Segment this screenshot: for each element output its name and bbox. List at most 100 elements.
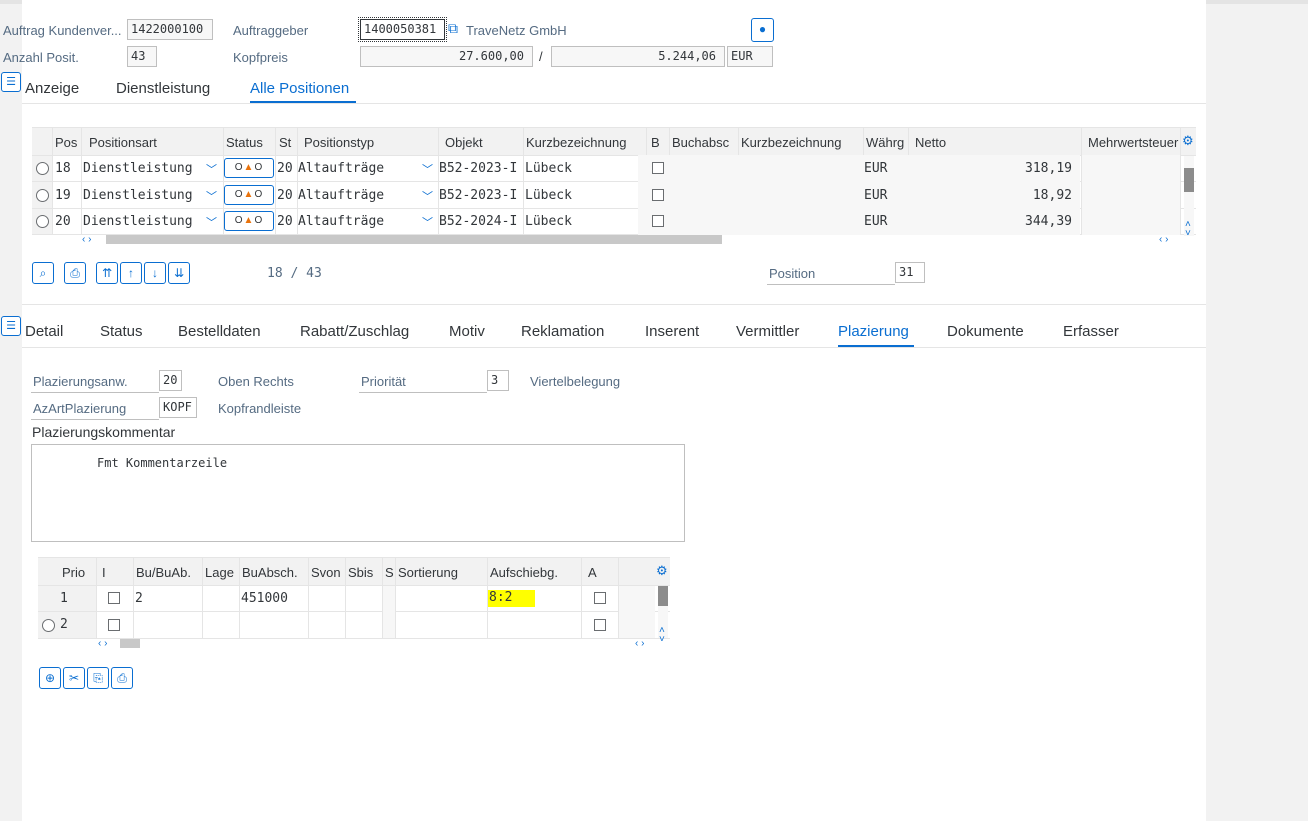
vertical-scrollbar-thumb[interactable]	[658, 586, 668, 606]
col-a[interactable]: A	[588, 565, 597, 580]
col-svon[interactable]: Svon	[311, 565, 341, 580]
col-sortierung[interactable]: Sortierung	[398, 565, 458, 580]
previous-page-icon[interactable]: ↑	[120, 262, 142, 284]
scroll-vertical-icon[interactable]: ˄ ˅	[659, 626, 665, 645]
prio-row-checkbox-i[interactable]	[108, 619, 120, 631]
tab-dienstleistung[interactable]: Dienstleistung	[116, 80, 210, 97]
horizontal-scrollbar[interactable]	[106, 235, 722, 244]
row-checkbox[interactable]	[652, 162, 664, 174]
tab-plazierung[interactable]: Plazierung	[838, 323, 909, 340]
add-row-icon[interactable]: ⊕	[39, 667, 61, 689]
row-checkbox[interactable]	[652, 189, 664, 201]
tab-rabatt-zuschlag[interactable]: Rabatt/Zuschlag	[300, 323, 409, 340]
prio-row-bu[interactable]: 2	[135, 591, 143, 606]
print-icon[interactable]: ⎙	[64, 262, 86, 284]
tab-overflow-icon[interactable]: ☰	[1, 316, 21, 336]
col-buchabsc[interactable]: Buchabsc	[672, 135, 729, 150]
plazierungsanw-field[interactable]: 20	[159, 370, 182, 391]
row-positionstyp[interactable]: Altaufträge	[298, 161, 384, 176]
tab-alle-positionen[interactable]: Alle Positionen	[250, 80, 349, 97]
status-button[interactable]: O▲O	[224, 211, 274, 231]
prio-row-checkbox-a[interactable]	[594, 592, 606, 604]
chevron-down-icon[interactable]: ﹀	[422, 161, 433, 177]
prio-row-aufschieb[interactable]: 8:2	[488, 590, 535, 607]
row-select-radio[interactable]	[36, 162, 49, 175]
col-objekt[interactable]: Objekt	[445, 135, 483, 150]
status-button[interactable]: O▲O	[224, 185, 274, 205]
row-select-radio[interactable]	[36, 189, 49, 202]
table-settings-icon[interactable]: ⚙	[1182, 133, 1194, 149]
tab-detail[interactable]: Detail	[25, 323, 63, 340]
prio-row-checkbox-a[interactable]	[594, 619, 606, 631]
value-help-icon[interactable]: ⧉	[448, 20, 464, 38]
prio-row-buabsch[interactable]: 451000	[241, 591, 288, 606]
horizontal-scrollbar[interactable]	[120, 639, 140, 648]
currency-field[interactable]: EUR	[727, 46, 773, 67]
zoom-icon[interactable]: ⌕	[32, 262, 54, 284]
chevron-down-icon[interactable]: ﹀	[206, 161, 217, 177]
col-b[interactable]: B	[651, 135, 660, 150]
col-status[interactable]: Status	[226, 135, 263, 150]
tab-vermittler[interactable]: Vermittler	[736, 323, 799, 340]
row-positionsart[interactable]: Dienstleistung	[83, 188, 193, 203]
row-positionstyp[interactable]: Altaufträge	[298, 214, 384, 229]
scroll-right-icon[interactable]: ‹ ›	[1159, 234, 1168, 245]
tab-reklamation[interactable]: Reklamation	[521, 323, 604, 340]
next-page-icon[interactable]: ↓	[144, 262, 166, 284]
row-select-radio[interactable]	[42, 619, 55, 632]
col-prio[interactable]: Prio	[62, 565, 85, 580]
tab-status[interactable]: Status	[100, 323, 143, 340]
cut-icon[interactable]: ✂	[63, 667, 85, 689]
prioritaet-field[interactable]: 3	[487, 370, 509, 391]
col-sbis[interactable]: Sbis	[348, 565, 373, 580]
prio-table-settings-icon[interactable]: ⚙	[656, 563, 668, 579]
row-checkbox[interactable]	[652, 215, 664, 227]
scroll-left-icon[interactable]: ‹ ›	[82, 234, 91, 245]
azart-field[interactable]: KOPF	[159, 397, 197, 418]
row-positionsart[interactable]: Dienstleistung	[83, 161, 193, 176]
auftraggeber-field[interactable]: 1400050381	[358, 17, 447, 42]
row-positionsart[interactable]: Dienstleistung	[83, 214, 193, 229]
col-positionsart[interactable]: Positionsart	[89, 135, 157, 150]
kommentar-textarea[interactable]: Fmt Kommentarzeile	[31, 444, 685, 542]
scroll-vertical-icon[interactable]: ˄ ˅	[1185, 220, 1191, 239]
tax-field[interactable]: 5.244,06	[551, 46, 725, 67]
col-s[interactable]: S	[385, 565, 394, 580]
position-field[interactable]: 31	[895, 262, 925, 283]
col-waehrung[interactable]: Währg	[866, 135, 904, 150]
row-positionstyp[interactable]: Altaufträge	[298, 188, 384, 203]
col-i[interactable]: I	[102, 565, 106, 580]
tab-motiv[interactable]: Motiv	[449, 323, 485, 340]
tab-overflow-icon[interactable]: ☰	[1, 72, 21, 92]
col-lage[interactable]: Lage	[205, 565, 234, 580]
kopfpreis-field[interactable]: 27.600,00	[360, 46, 533, 67]
col-buabsch[interactable]: BuAbsch.	[242, 565, 298, 580]
col-positionstyp[interactable]: Positionstyp	[304, 135, 374, 150]
col-kurzbezeichnung-2[interactable]: Kurzbezeichnung	[741, 135, 841, 150]
col-aufschiebg[interactable]: Aufschiebg.	[490, 565, 558, 580]
partner-icon[interactable]: ●	[751, 18, 774, 42]
print-icon[interactable]: ⎙	[111, 667, 133, 689]
status-button[interactable]: O▲O	[224, 158, 274, 178]
chevron-down-icon[interactable]: ﹀	[206, 214, 217, 230]
last-page-icon[interactable]: ⇊	[168, 262, 190, 284]
scroll-left-icon[interactable]: ‹ ›	[98, 638, 107, 649]
col-kurzbezeichnung[interactable]: Kurzbezeichnung	[526, 135, 626, 150]
tab-dokumente[interactable]: Dokumente	[947, 323, 1024, 340]
scroll-right-icon[interactable]: ‹ ›	[635, 638, 644, 649]
prio-row-checkbox-i[interactable]	[108, 592, 120, 604]
col-bu-buab[interactable]: Bu/BuAb.	[136, 565, 191, 580]
col-st[interactable]: St	[279, 135, 291, 150]
row-select-radio[interactable]	[36, 215, 49, 228]
tab-inserent[interactable]: Inserent	[645, 323, 699, 340]
col-netto[interactable]: Netto	[915, 135, 946, 150]
tab-bestelldaten[interactable]: Bestelldaten	[178, 323, 261, 340]
col-pos[interactable]: Pos	[55, 135, 77, 150]
chevron-down-icon[interactable]: ﹀	[422, 214, 433, 230]
anzahl-field[interactable]: 43	[127, 46, 157, 67]
paste-icon[interactable]: ⎘	[87, 667, 109, 689]
first-page-icon[interactable]: ⇈	[96, 262, 118, 284]
tab-erfasser[interactable]: Erfasser	[1063, 323, 1119, 340]
vertical-scrollbar-thumb[interactable]	[1184, 168, 1194, 192]
chevron-down-icon[interactable]: ﹀	[206, 188, 217, 204]
